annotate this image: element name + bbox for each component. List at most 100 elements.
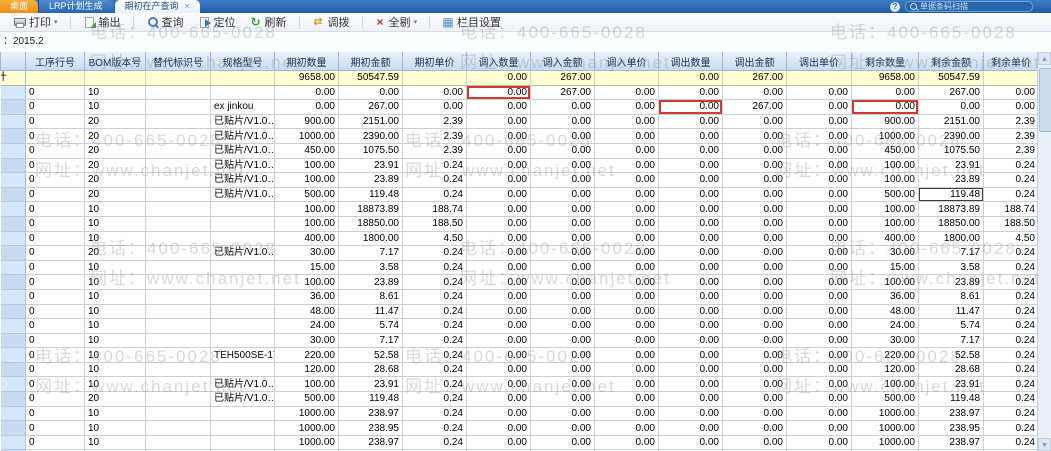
row-selector[interactable]	[0, 99, 26, 115]
cell-drje[interactable]: 0.00	[530, 376, 595, 393]
cell-qcje[interactable]: 5.74	[338, 318, 403, 334]
cell-drdj[interactable]: 0.00	[594, 391, 659, 407]
cell-ggxh[interactable]	[210, 362, 275, 378]
cell-drsl[interactable]: 0.00	[466, 304, 531, 320]
cell-qcdj[interactable]: 0.00	[402, 85, 467, 101]
cell-gxhh[interactable]: 0	[25, 114, 85, 130]
cell-ggxh[interactable]	[210, 289, 275, 305]
cell-drje[interactable]: 0.00	[530, 216, 595, 232]
cell-qcje[interactable]: 238.97	[338, 435, 403, 451]
cell-ggxh[interactable]	[210, 274, 275, 290]
refresh-button[interactable]: ↻ 刷新	[243, 13, 294, 31]
cell-dcje[interactable]: 0.00	[722, 347, 787, 363]
cell-dcje[interactable]: 0.00	[722, 114, 787, 130]
cell-ggxh[interactable]	[210, 333, 275, 349]
cell-qcsl[interactable]: 100.00	[274, 376, 339, 393]
cell-tdbs[interactable]	[145, 70, 211, 86]
cell-dcsl[interactable]: 0.00	[658, 99, 723, 115]
cell-sysl[interactable]: 1000.00	[851, 435, 919, 451]
cell-sydj[interactable]: 0.24	[983, 391, 1037, 407]
cell-dcje[interactable]: 0.00	[722, 201, 787, 217]
cell-dcje[interactable]: 0.00	[722, 231, 787, 247]
cell-dcdj[interactable]: 0.00	[786, 85, 852, 101]
cell-dcsl[interactable]: 0.00	[658, 318, 723, 334]
cell-sydj[interactable]: 0.24	[983, 362, 1037, 378]
cell-dcje[interactable]: 0.00	[722, 420, 787, 436]
cell-dcsl[interactable]: 0.00	[658, 128, 723, 144]
cell-dcdj[interactable]: 0.00	[786, 406, 852, 422]
cell-drje[interactable]: 0.00	[530, 362, 595, 378]
cell-qcdj[interactable]: 0.24	[402, 260, 467, 276]
cell-syje[interactable]: 23.91	[918, 376, 984, 393]
cell-sydj[interactable]: 2.39	[983, 143, 1037, 159]
cell-sysl[interactable]: 100.00	[851, 376, 919, 393]
cell-sydj[interactable]: 2.39	[983, 128, 1037, 144]
cell-qcsl[interactable]: 0.00	[274, 85, 339, 101]
cell-sydj[interactable]: 188.74	[983, 201, 1037, 217]
cell-syje[interactable]: 52.58	[918, 347, 984, 363]
column-header[interactable]: 调出数量	[658, 52, 723, 71]
cell-drdj[interactable]: 0.00	[594, 201, 659, 217]
column-header[interactable]: 剩余金额	[918, 52, 984, 71]
cell-bom[interactable]: 10	[84, 274, 146, 290]
cell-sydj[interactable]: 0.24	[983, 304, 1037, 320]
cell-tdbs[interactable]	[145, 274, 211, 290]
cell-drsl[interactable]: 0.00	[466, 347, 531, 363]
cell-qcje[interactable]: 119.48	[338, 391, 403, 407]
cell-tdbs[interactable]	[145, 114, 211, 130]
cell-dcsl[interactable]: 0.00	[658, 201, 723, 217]
cell-sysl[interactable]: 1000.00	[851, 420, 919, 436]
cell-sydj[interactable]: 0.24	[983, 245, 1037, 261]
cell-sysl[interactable]: 100.00	[851, 158, 919, 174]
cell-drdj[interactable]	[594, 70, 659, 86]
cell-bom[interactable]: 20	[84, 114, 146, 130]
cell-syje[interactable]: 267.00	[918, 85, 984, 101]
cell-dcsl[interactable]: 0.00	[658, 85, 723, 101]
row-selector[interactable]	[0, 435, 26, 451]
cell-drje[interactable]: 0.00	[530, 435, 595, 451]
cell-tdbs[interactable]	[145, 376, 211, 393]
cell-tdbs[interactable]	[145, 85, 211, 101]
cell-dcdj[interactable]: 0.00	[786, 333, 852, 349]
cell-drje[interactable]: 0.00	[530, 128, 595, 144]
export-button[interactable]: 输出	[76, 13, 128, 31]
cell-dcje[interactable]: 0.00	[722, 318, 787, 334]
cell-gxhh[interactable]: 0	[25, 304, 85, 320]
cell-tdbs[interactable]	[145, 201, 211, 217]
cell-dcsl[interactable]: 0.00	[658, 406, 723, 422]
row-selector[interactable]	[0, 362, 26, 378]
cell-drje[interactable]: 267.00	[530, 70, 595, 86]
row-selector[interactable]	[0, 260, 26, 276]
cell-sysl[interactable]: 100.00	[851, 201, 919, 217]
help-icon[interactable]: ?	[890, 1, 900, 12]
cell-syje[interactable]: 1075.50	[918, 143, 984, 159]
cell-drje[interactable]: 0.00	[530, 158, 595, 174]
cell-qcdj[interactable]: 0.24	[402, 245, 467, 261]
cell-dcdj[interactable]: 0.00	[786, 128, 852, 144]
row-selector[interactable]	[0, 391, 26, 407]
cell-qcsl[interactable]: 36.00	[274, 289, 339, 305]
cell-sysl[interactable]: 30.00	[851, 245, 919, 261]
cell-qcje[interactable]: 52.58	[338, 347, 403, 363]
column-header[interactable]: 调入数量	[466, 52, 531, 71]
chevron-down-icon[interactable]: ▾	[414, 18, 418, 26]
cell-syje[interactable]: 119.48	[918, 391, 984, 407]
cell-qcsl[interactable]: 120.00	[274, 362, 339, 378]
cell-syje[interactable]: 50547.59	[918, 70, 984, 86]
cell-ggxh[interactable]	[210, 70, 275, 86]
cell-qcsl[interactable]: 48.00	[274, 304, 339, 320]
cell-dcje[interactable]: 0.00	[722, 274, 787, 290]
cell-dcdj[interactable]: 0.00	[786, 289, 852, 305]
cell-dcsl[interactable]: 0.00	[658, 420, 723, 436]
cell-bom[interactable]: 10	[84, 260, 146, 276]
cell-syje[interactable]: 11.47	[918, 304, 984, 320]
cell-drdj[interactable]: 0.00	[594, 318, 659, 334]
cell-syje[interactable]: 2390.00	[918, 128, 984, 144]
cell-qcsl[interactable]: 0.00	[274, 99, 339, 115]
cell-drje[interactable]: 0.00	[530, 143, 595, 159]
cell-drsl[interactable]: 0.00	[466, 362, 531, 378]
cell-sydj[interactable]: 0.24	[983, 318, 1037, 334]
cell-dcje[interactable]: 0.00	[722, 362, 787, 378]
row-selector[interactable]: 合计	[0, 70, 26, 86]
row-selector[interactable]	[0, 347, 26, 363]
